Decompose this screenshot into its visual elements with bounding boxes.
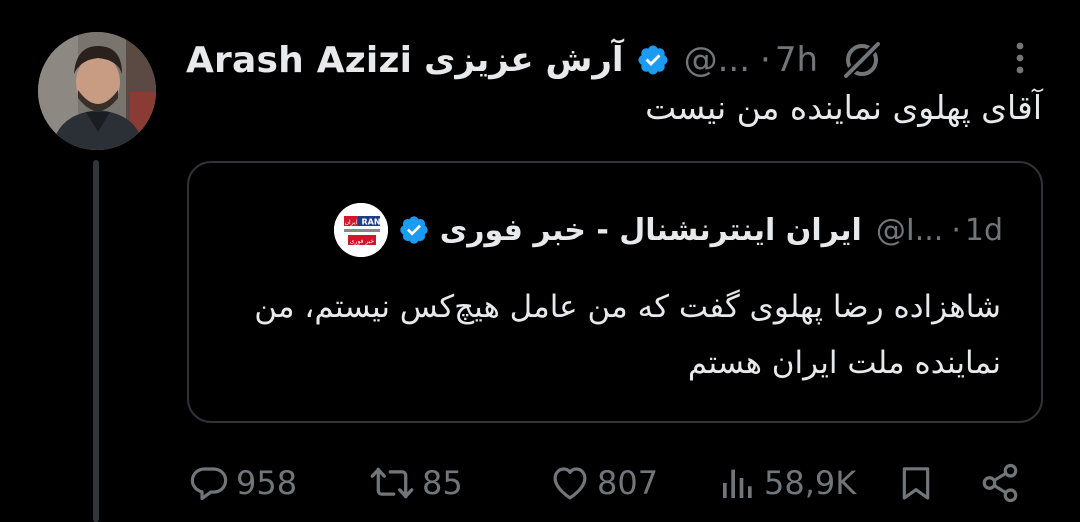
quoted-avatar[interactable]: RAN ایران خبر فوری — [333, 203, 388, 257]
retweet-button[interactable]: 85 — [368, 462, 463, 504]
like-count: 807 — [597, 464, 659, 502]
separator-dot: · — [951, 212, 961, 248]
tweet[interactable]: Arash Azizi آرش عزیزی @... · 7h آقای پهل… — [0, 0, 1080, 522]
tweet-time[interactable]: 7h — [775, 40, 818, 80]
like-button[interactable]: 807 — [549, 462, 658, 504]
quoted-author-name[interactable]: ایران اینترنشنال - خبر فوری — [440, 213, 862, 248]
reply-icon — [190, 467, 228, 501]
logo-text-bottom: خبر فوری — [350, 238, 375, 245]
quoted-time[interactable]: 1d — [965, 213, 1003, 248]
views-count: 58,9K — [764, 464, 857, 502]
separator-dot: · — [760, 40, 771, 80]
share-icon — [982, 463, 1018, 503]
reply-button[interactable]: 958 — [188, 462, 297, 504]
more-icon[interactable] — [1008, 38, 1032, 82]
verified-badge-icon[interactable] — [636, 43, 670, 77]
reply-count: 958 — [236, 464, 298, 502]
logo-text-mid: ایران — [344, 219, 357, 226]
tweet-header: Arash Azizi آرش عزیزی @... · 7h — [186, 34, 884, 86]
views-icon — [723, 469, 752, 498]
grok-icon[interactable] — [840, 38, 884, 82]
share-button[interactable] — [978, 462, 1022, 504]
verified-badge-icon[interactable] — [398, 214, 430, 246]
bookmark-icon — [902, 467, 930, 500]
logo-text-top: RAN — [361, 218, 380, 227]
quoted-handle[interactable]: @I... — [876, 213, 943, 248]
like-icon — [553, 467, 587, 500]
retweet-count: 85 — [422, 464, 463, 502]
quoted-header: RAN ایران خبر فوری ایران اینترنشنال - خب… — [333, 203, 1003, 257]
author-avatar[interactable] — [38, 32, 156, 150]
views-button[interactable]: 58,9K — [718, 462, 856, 504]
quoted-tweet[interactable]: RAN ایران خبر فوری ایران اینترنشنال - خب… — [187, 161, 1043, 423]
quoted-text: شاهزاده رضا پهلوی گفت که من عامل هیچ‌کس … — [254, 289, 1001, 381]
action-bar: 958 85 807 58,9K — [0, 456, 1080, 512]
tweet-text: آقای پهلوی نماینده من نیست — [645, 88, 1042, 127]
author-name-fa[interactable]: آرش عزیزی — [424, 40, 623, 80]
bookmark-button[interactable] — [896, 462, 936, 504]
author-handle[interactable]: @... — [684, 40, 750, 80]
retweet-icon — [370, 467, 414, 499]
author-name[interactable]: Arash Azizi — [186, 40, 412, 81]
